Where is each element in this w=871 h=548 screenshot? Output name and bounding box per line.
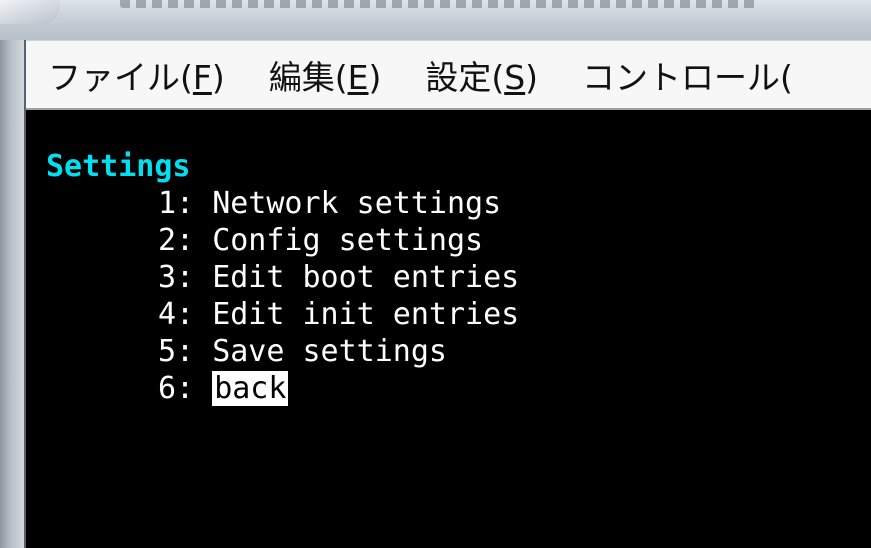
settings-option-init-entries[interactable]: 4: Edit init entries (158, 296, 519, 333)
menu-file[interactable]: ファイル(F) (48, 51, 225, 99)
menu-settings-suffix: ) (525, 57, 539, 97)
option-number: 1: (158, 186, 195, 221)
option-number: 3: (158, 260, 195, 295)
option-label: Save settings (212, 334, 447, 369)
settings-option-network[interactable]: 1: Network settings (158, 185, 519, 222)
menu-file-label: ファイル( (48, 57, 193, 97)
option-number: 4: (158, 297, 195, 332)
option-label-selected: back (212, 371, 289, 406)
option-label: Network settings (212, 186, 502, 221)
settings-option-boot-entries[interactable]: 3: Edit boot entries (158, 259, 519, 296)
terminal-output[interactable]: Settings 1: Network settings 2: Config s… (26, 110, 871, 548)
option-number: 2: (158, 223, 195, 258)
menu-edit-label: 編集( (268, 57, 348, 97)
terminal-window: ファイル(F) 編集(E) 設定(S) コントロール( Settings 1: … (0, 0, 871, 548)
settings-option-back[interactable]: 6: back (158, 370, 519, 407)
menu-settings-accel: S (504, 57, 526, 97)
menu-control[interactable]: コントロール( (582, 51, 793, 99)
window-frame-left (0, 40, 26, 548)
settings-menu-list: 1: Network settings 2: Config settings 3… (158, 185, 519, 407)
menu-settings-label: 設定( (425, 57, 505, 97)
menu-settings[interactable]: 設定(S) (425, 51, 538, 99)
menu-edit-accel: E (347, 57, 369, 97)
settings-option-config[interactable]: 2: Config settings (158, 222, 519, 259)
option-label: Edit init entries (212, 297, 520, 332)
option-number: 6: (158, 371, 195, 406)
settings-heading: Settings (46, 149, 191, 184)
menu-bar: ファイル(F) 編集(E) 設定(S) コントロール( (26, 40, 871, 110)
option-number: 5: (158, 334, 195, 369)
menu-control-label: コントロール( (582, 57, 793, 97)
option-label: Config settings (212, 223, 484, 258)
title-bar[interactable] (0, 0, 871, 40)
option-label: Edit boot entries (212, 260, 520, 295)
menu-file-accel: F (192, 57, 212, 97)
settings-option-save[interactable]: 5: Save settings (158, 333, 519, 370)
menu-edit-suffix: ) (368, 57, 382, 97)
menu-file-suffix: ) (211, 57, 225, 97)
window-icon (0, 0, 60, 24)
title-text-blurred (120, 0, 760, 8)
menu-edit[interactable]: 編集(E) (269, 51, 382, 99)
